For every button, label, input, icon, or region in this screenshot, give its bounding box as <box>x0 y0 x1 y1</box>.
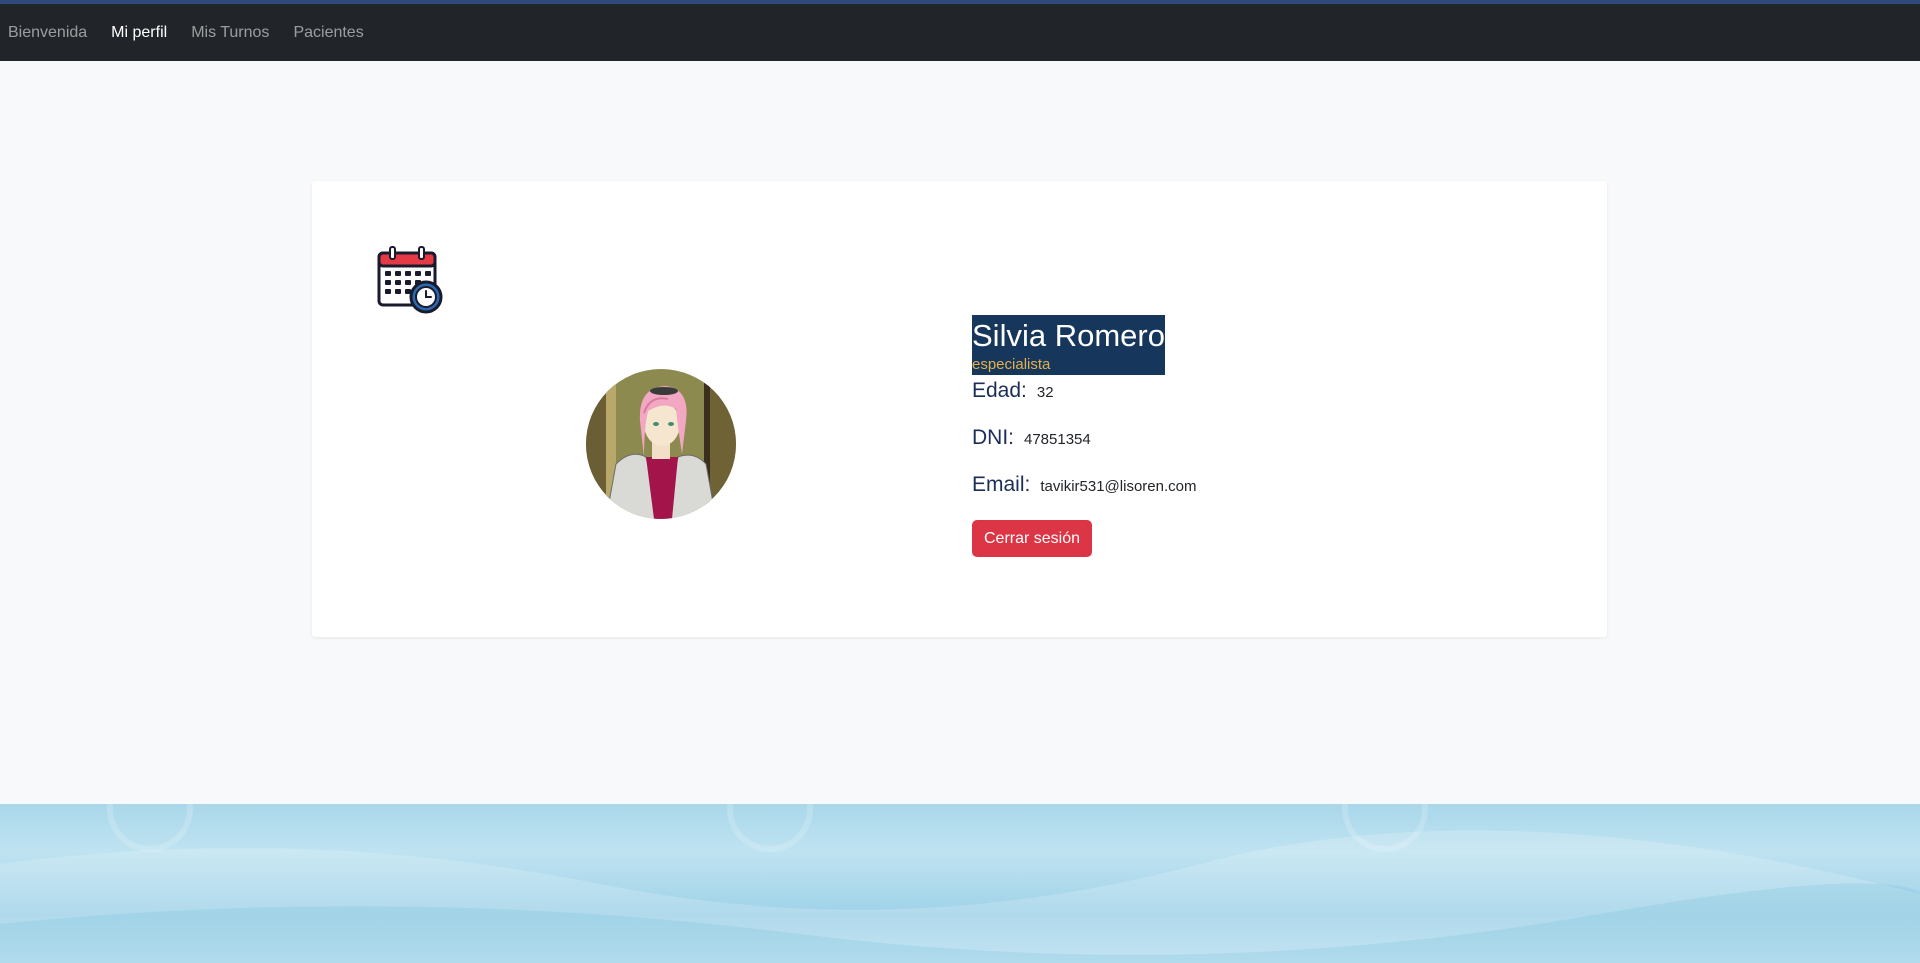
background-image <box>0 804 1920 963</box>
field-label: Email: <box>972 473 1031 496</box>
profile-avatar <box>586 369 736 519</box>
nav-mis-turnos[interactable]: Mis Turnos <box>183 24 277 42</box>
name-highlight: Silvia Romero especialista <box>972 315 1165 375</box>
calendar-clock-icon[interactable] <box>376 245 446 315</box>
field-email: Email: tavikir531@lisoren.com <box>972 473 1196 520</box>
field-value: 32 <box>1036 384 1054 401</box>
profile-role: especialista <box>972 356 1051 373</box>
field-value: 47851354 <box>1024 431 1091 448</box>
nav-bienvenida[interactable]: Bienvenida <box>0 24 95 42</box>
profile-name: Silvia Romero <box>972 318 1165 353</box>
field-label: DNI: <box>972 426 1014 449</box>
field-label: Edad: <box>972 379 1027 402</box>
profile-card: Silvia Romero especialista Edad: 32 DNI:… <box>312 181 1607 637</box>
logout-button[interactable]: Cerrar sesión <box>972 520 1093 557</box>
profile-info: Silvia Romero especialista Edad: 32 DNI:… <box>972 315 1196 557</box>
field-dni: DNI: 47851354 <box>972 426 1196 473</box>
field-value: tavikir531@lisoren.com <box>1040 478 1197 495</box>
top-navbar: Bienvenida Mi perfil Mis Turnos Paciente… <box>0 4 1920 61</box>
nav-mi-perfil[interactable]: Mi perfil <box>103 24 175 42</box>
nav-pacientes[interactable]: Pacientes <box>285 24 371 42</box>
field-edad: Edad: 32 <box>972 379 1196 426</box>
